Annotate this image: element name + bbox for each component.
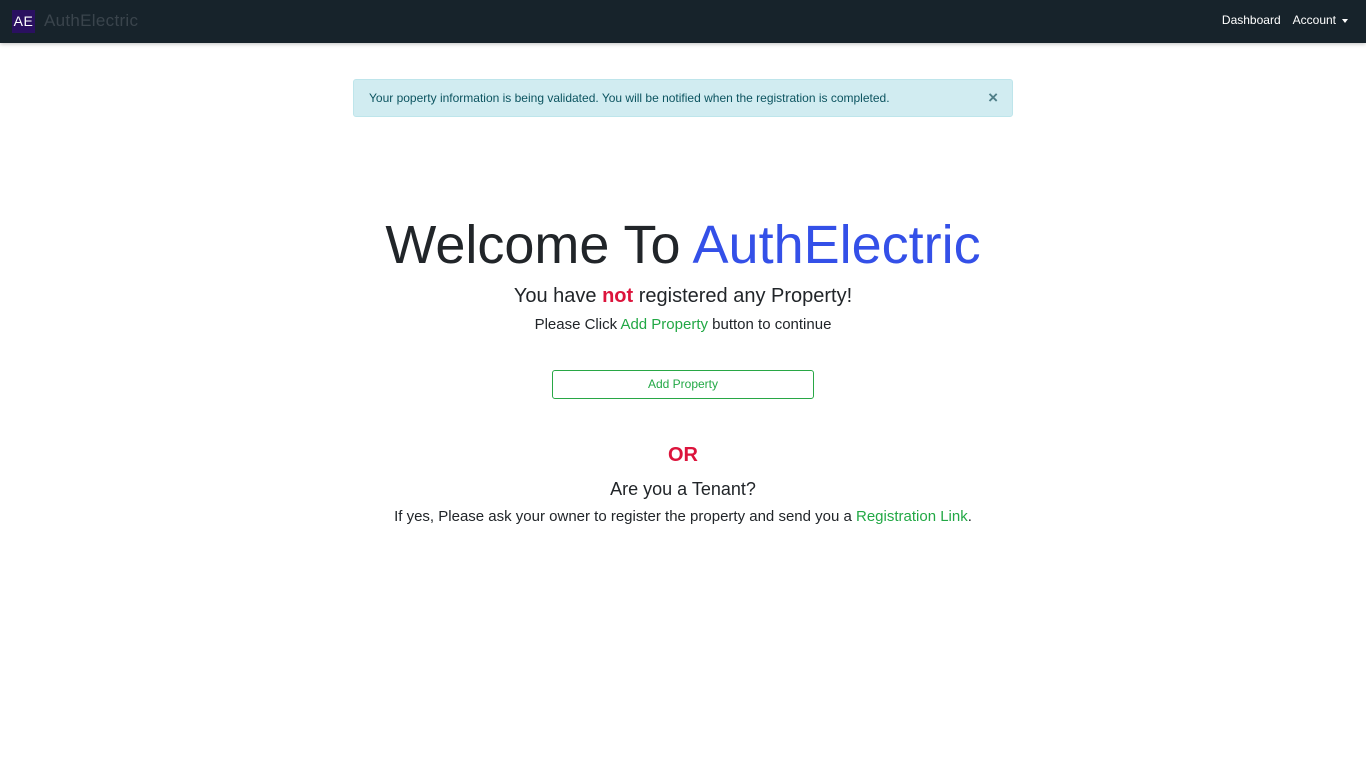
nav-account-label: Account xyxy=(1292,13,1336,27)
chevron-down-icon xyxy=(1342,18,1348,23)
nav-dashboard-link[interactable]: Dashboard xyxy=(1222,13,1281,27)
top-navbar: AE AuthElectric Dashboard Account xyxy=(0,0,1366,43)
brand[interactable]: AE AuthElectric xyxy=(12,9,138,33)
add-property-button[interactable]: Add Property xyxy=(552,370,814,399)
registration-status: You have not registered any Property! xyxy=(0,283,1366,309)
brand-name: AuthElectric xyxy=(44,11,139,30)
status-emphasis: not xyxy=(602,285,634,307)
alert-message: Your poperty information is being valida… xyxy=(369,91,890,105)
welcome-brand: AuthElectric xyxy=(692,215,981,275)
instruction-text: Please Click Add Property button to cont… xyxy=(0,315,1366,335)
instruction-part1: Please Click xyxy=(534,316,621,333)
tenant-question: Are you a Tenant? xyxy=(610,479,756,499)
tenant-info-part1: If yes, Please ask your owner to registe… xyxy=(394,508,856,525)
nav-links: Dashboard Account xyxy=(1222,13,1348,27)
brand-logo-icon: AE xyxy=(12,9,35,33)
tenant-info-part2: . xyxy=(967,508,972,525)
welcome-heading: Welcome To AuthElectric xyxy=(0,214,1366,276)
status-part1: You have xyxy=(513,285,603,307)
instruction-part2: button to continue xyxy=(707,316,832,333)
registration-link[interactable]: Registration Link xyxy=(856,508,968,525)
close-icon[interactable]: × xyxy=(988,88,998,108)
status-part2: registered any Property! xyxy=(633,285,853,307)
welcome-prefix: Welcome To xyxy=(385,215,693,275)
add-property-link[interactable]: Add Property xyxy=(620,316,708,333)
info-alert: Your poperty information is being valida… xyxy=(353,79,1013,117)
nav-account-dropdown[interactable]: Account xyxy=(1293,13,1348,27)
or-divider: OR xyxy=(668,444,698,466)
tenant-info: If yes, Please ask your owner to registe… xyxy=(0,507,1366,527)
